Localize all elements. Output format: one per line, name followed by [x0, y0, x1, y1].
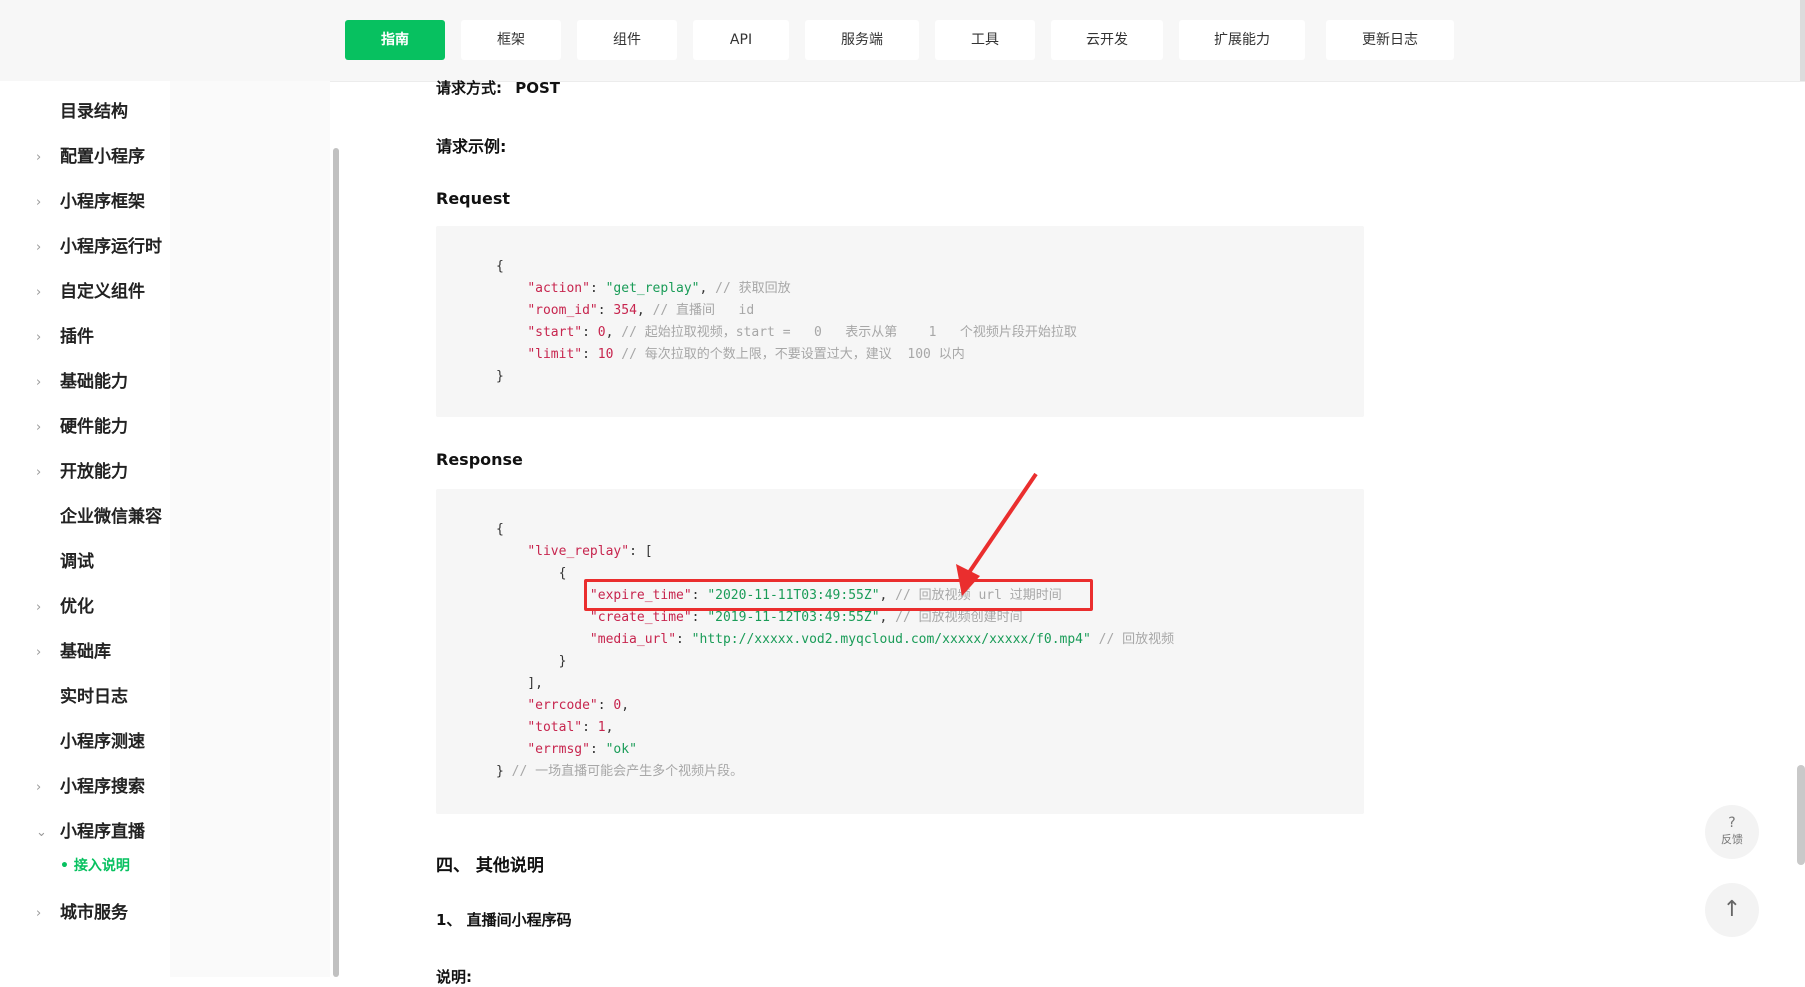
sidebar-item-optimize[interactable]: › 优化 — [0, 585, 320, 630]
sidebar-item-directory[interactable]: 目录结构 — [0, 90, 320, 135]
sidebar-item-label: 城市服务 — [60, 903, 128, 923]
response-code-block: { "live_replay": [ { "expire_time": "202… — [436, 489, 1364, 814]
sidebar-item-open-capabilities[interactable]: › 开放能力 — [0, 450, 320, 495]
chevron-right-icon: › — [36, 240, 42, 255]
sidebar-item-base-library[interactable]: › 基础库 — [0, 630, 320, 675]
sidebar-item-label: 自定义组件 — [60, 282, 145, 302]
chevron-right-icon: › — [36, 906, 42, 921]
request-heading: Request — [436, 189, 511, 208]
arrow-up-icon: ↑ — [1722, 897, 1742, 922]
sidebar-item-live[interactable]: ⌄ 小程序直播 — [0, 810, 320, 855]
tab-guide[interactable]: 指南 — [345, 20, 445, 60]
chevron-right-icon: › — [36, 780, 42, 795]
request-code: { "action": "get_replay", // 获取回放 "room_… — [496, 259, 1077, 384]
sidebar-item-label: 企业微信兼容 — [60, 507, 162, 527]
feedback-label: 反馈 — [1721, 833, 1743, 846]
sidebar-item-debug[interactable]: 调试 — [0, 540, 320, 585]
sidebar-item-framework[interactable]: › 小程序框架 — [0, 180, 320, 225]
sidebar-item-plugins[interactable]: › 插件 — [0, 315, 320, 360]
chevron-right-icon: › — [36, 645, 42, 660]
tab-extensions[interactable]: 扩展能力 — [1179, 20, 1305, 60]
sidebar-item-speed-test[interactable]: 小程序测速 — [0, 720, 320, 765]
tab-tools[interactable]: 工具 — [935, 20, 1035, 60]
sidebar-item-label: 调试 — [60, 552, 94, 572]
tab-framework[interactable]: 框架 — [461, 20, 561, 60]
request-code-block: { "action": "get_replay", // 获取回放 "room_… — [436, 226, 1364, 417]
sidebar-item-label: 基础能力 — [60, 372, 128, 392]
top-navigation: 指南 框架 组件 API 服务端 工具 云开发 扩展能力 更新日志 — [0, 0, 1805, 82]
sidebar-item-city-services[interactable]: › 城市服务 — [0, 891, 320, 936]
sidebar-item-label: 开放能力 — [60, 462, 128, 482]
sidebar-scrollbar[interactable] — [333, 148, 339, 977]
response-code: { "live_replay": [ { "expire_time": "202… — [496, 522, 1175, 779]
tab-changelog[interactable]: 更新日志 — [1326, 20, 1454, 60]
sidebar-item-label: 配置小程序 — [60, 147, 145, 167]
chevron-down-icon: ⌄ — [36, 825, 47, 840]
sidebar-item-basic-capabilities[interactable]: › 基础能力 — [0, 360, 320, 405]
question-icon: ? — [1728, 815, 1736, 831]
chevron-right-icon: › — [36, 330, 42, 345]
chevron-right-icon: › — [36, 465, 42, 480]
sidebar-subitem-access-guide[interactable]: • 接入说明 — [60, 852, 130, 880]
section-4-1-heading: 1、 直播间小程序码 — [436, 911, 572, 929]
chevron-right-icon: › — [36, 285, 42, 300]
request-method-label: 请求方式: — [436, 79, 502, 97]
sidebar-item-label: 实时日志 — [60, 687, 128, 707]
page-scrollbar-track — [1800, 0, 1805, 81]
sidebar-item-hardware[interactable]: › 硬件能力 — [0, 405, 320, 450]
chevron-right-icon: › — [36, 420, 42, 435]
sidebar-item-config[interactable]: › 配置小程序 — [0, 135, 320, 180]
section-4-heading: 四、 其他说明 — [436, 856, 544, 876]
annotation-arrow-icon — [956, 472, 1038, 596]
sidebar-item-label: 小程序直播 — [60, 822, 145, 842]
request-method-value: POST — [515, 79, 561, 97]
sidebar-item-label: 小程序运行时 — [60, 237, 162, 257]
request-example-heading: 请求示例: — [436, 137, 507, 156]
sidebar-item-custom-components[interactable]: › 自定义组件 — [0, 270, 320, 315]
sidebar-item-label: 优化 — [60, 597, 94, 617]
sidebar-item-realtime-log[interactable]: 实时日志 — [0, 675, 320, 720]
tab-cloud-dev[interactable]: 云开发 — [1051, 20, 1163, 60]
sidebar-item-label: 小程序搜索 — [60, 777, 145, 797]
sidebar-item-label: 目录结构 — [60, 102, 128, 122]
sidebar-item-label: 小程序测速 — [60, 732, 145, 752]
tab-api[interactable]: API — [693, 20, 789, 60]
chevron-right-icon: › — [36, 375, 42, 390]
tab-components[interactable]: 组件 — [577, 20, 677, 60]
response-heading: Response — [436, 450, 523, 469]
sidebar-item-label: 插件 — [60, 327, 94, 347]
page-scrollbar-thumb[interactable] — [1797, 765, 1805, 865]
sidebar-item-label: 基础库 — [60, 642, 111, 662]
tab-server[interactable]: 服务端 — [805, 20, 919, 60]
request-method: 请求方式: POST — [436, 77, 560, 98]
sidebar-item-runtime[interactable]: › 小程序运行时 — [0, 225, 320, 270]
back-to-top-button[interactable]: ↑ — [1705, 883, 1759, 937]
chevron-right-icon: › — [36, 600, 42, 615]
sidebar-item-label: 硬件能力 — [60, 417, 128, 437]
feedback-button[interactable]: ? 反馈 — [1705, 805, 1759, 859]
main-content: 请求方式: POST 请求示例: Request { "action": "ge… — [436, 79, 1366, 986]
chevron-right-icon: › — [36, 150, 42, 165]
chevron-right-icon: › — [36, 195, 42, 210]
sidebar-item-search[interactable]: › 小程序搜索 — [0, 765, 320, 810]
sidebar-item-label: 小程序框架 — [60, 192, 145, 212]
sidebar-item-wecom-compat[interactable]: 企业微信兼容 — [0, 495, 320, 540]
